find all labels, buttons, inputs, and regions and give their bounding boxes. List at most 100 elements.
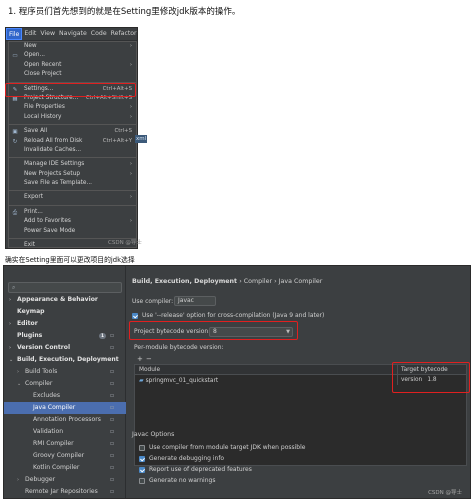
settings-tree: › Appearance & Behavior Keymap › Editor Plugi… <box>4 294 126 498</box>
release-option-checkbox[interactable] <box>132 312 138 319</box>
tree-item-label: Groovy Compiler <box>33 452 85 459</box>
menu-item-local-history[interactable]: Local History › <box>9 113 136 122</box>
menu-item-manage-ide-settings[interactable]: Manage IDE Settings › <box>9 160 136 169</box>
tree-item-label: Validation <box>33 428 64 435</box>
tree-item-build-tools[interactable]: › Build Tools ▫ <box>4 366 126 378</box>
xml-tab-fragment: xml <box>135 135 148 143</box>
tree-item-groovy-compiler[interactable]: Groovy Compiler ▫ <box>4 450 126 462</box>
javac-option-checkbox[interactable] <box>139 477 145 484</box>
javac-option-checkbox[interactable] <box>139 466 145 473</box>
menubar-item-code[interactable]: Code <box>89 28 109 40</box>
tree-item-label: Editor <box>17 320 38 327</box>
tree-item-version-control[interactable]: › Version Control ▫ <box>4 342 126 354</box>
file-menu-screenshot: FileEditViewNavigateCodeRefactorB New›▭O… <box>5 27 138 249</box>
file-menu-dropdown: New › ▭ Open... Open Recent › Close Project ✎ Se… <box>8 41 137 248</box>
menu-item-power-save-mode[interactable]: Power Save Mode <box>9 227 136 236</box>
menu-item-print[interactable]: ⎙ Print... <box>9 208 136 217</box>
menu-item-new-projects-setup[interactable]: New Projects Setup › <box>9 170 136 179</box>
menu-item-file-properties[interactable]: File Properties › <box>9 103 136 112</box>
chevron-right-icon[interactable]: › <box>9 318 11 330</box>
javac-option-row[interactable]: Use compiler from module target JDK when… <box>139 444 305 451</box>
settings-dialog-screenshot: ⌕ › Appearance & Behavior Keymap › Editor Plu… <box>3 265 471 499</box>
javac-option-row[interactable]: Generate debugging info <box>139 455 224 462</box>
use-compiler-select[interactable]: Javac <box>174 296 216 306</box>
tree-item-kotlin-compiler[interactable]: Kotlin Compiler ▫ <box>4 462 126 474</box>
menu-item-open[interactable]: ▭ Open... <box>9 51 136 60</box>
menubar-item-navigate[interactable]: Navigate <box>57 28 89 40</box>
use-compiler-label: Use compiler: <box>132 298 174 305</box>
menu-item-label: File Properties <box>24 104 65 111</box>
submenu-arrow-icon: › <box>129 43 132 49</box>
tree-item-excludes[interactable]: Excludes ▫ <box>4 390 126 402</box>
tree-item-validation[interactable]: Validation ▫ <box>4 426 126 438</box>
tree-item-keymap[interactable]: Keymap <box>4 306 126 318</box>
menu-separator <box>9 124 136 126</box>
menu-item-export[interactable]: Export › <box>9 193 136 202</box>
javac-option-row[interactable]: Report use of deprecated features <box>139 466 252 473</box>
chevron-down-icon[interactable]: ⌄ <box>9 354 13 366</box>
menu-item-save-all[interactable]: ▣ Save All Ctrl+S <box>9 127 136 136</box>
tree-item-label: Build, Execution, Deployment <box>17 356 119 363</box>
module-icon: ▰ <box>139 377 144 384</box>
column-header-module[interactable]: Module <box>139 367 160 373</box>
tree-item-appearance-behavior[interactable]: › Appearance & Behavior <box>4 294 126 306</box>
tree-item-java-compiler[interactable]: Java Compiler ▫ <box>4 402 126 414</box>
tree-item-compiler[interactable]: ⌄ Compiler ▫ <box>4 378 126 390</box>
menu-item-label: Reload All from Disk <box>24 137 83 144</box>
breadcrumb-separator: › <box>239 278 242 285</box>
release-option-label: Use '--release' option for cross-compila… <box>142 312 325 319</box>
chevron-right-icon[interactable]: › <box>17 366 19 378</box>
caption-middle: 确实在Setting里面可以更改项目的jdk选择 <box>5 256 135 264</box>
add-icon[interactable]: + <box>137 355 143 363</box>
project-scope-icon: ▫ <box>110 392 115 399</box>
settings-sidebar: ⌕ › Appearance & Behavior Keymap › Editor Plu… <box>4 266 126 498</box>
tree-item-plugins[interactable]: Plugins 1 ▫ <box>4 330 126 342</box>
javac-option-row[interactable]: Generate no warnings <box>139 477 215 484</box>
menubar-item-edit[interactable]: Edit <box>22 28 38 40</box>
chevron-down-icon[interactable]: ⌄ <box>17 378 21 390</box>
tree-item-debugger[interactable]: › Debugger ▫ <box>4 474 126 486</box>
javac-option-checkbox[interactable] <box>139 455 145 462</box>
menubar-item-file[interactable]: File <box>6 28 23 40</box>
menu-item-open-recent[interactable]: Open Recent › <box>9 61 136 70</box>
menu-item-invalidate-caches[interactable]: Invalidate Caches... <box>9 146 136 155</box>
menu-item-new[interactable]: New › <box>9 42 136 51</box>
menu-item-label: Manage IDE Settings <box>24 161 85 168</box>
tree-item-label: RMI Compiler <box>33 440 74 447</box>
submenu-arrow-icon: › <box>129 104 132 111</box>
tree-item-rmi-compiler[interactable]: RMI Compiler ▫ <box>4 438 126 450</box>
release-option-row[interactable]: Use '--release' option for cross-compila… <box>132 312 324 319</box>
menu-item-label: Local History <box>24 113 62 120</box>
submenu-arrow-icon: › <box>129 218 132 225</box>
tree-item-build-execution-deployment[interactable]: ⌄ Build, Execution, Deployment <box>4 354 126 366</box>
project-scope-icon: ▫ <box>110 428 115 435</box>
menu-item-add-to-favorites[interactable]: Add to Favorites › <box>9 217 136 226</box>
breadcrumb-main[interactable]: Build, Execution, Deployment <box>132 278 237 285</box>
settings-search-input[interactable]: ⌕ <box>8 282 122 293</box>
plugins-update-badge: 1 <box>99 333 106 339</box>
settings-content: Build, Execution, Deployment › Compiler … <box>127 266 470 498</box>
watermark: CSDN @导士 <box>108 240 142 246</box>
javac-option-label: Generate debugging info <box>149 455 225 462</box>
project-scope-icon: ▫ <box>110 368 115 375</box>
menubar-item-view[interactable]: View <box>38 28 57 40</box>
tree-item-annotation-processors[interactable]: Annotation Processors ▫ <box>4 414 126 426</box>
breadcrumb-separator: › <box>274 278 277 285</box>
menu-item-close-project[interactable]: Close Project <box>9 70 136 79</box>
javac-option-checkbox[interactable] <box>139 444 145 451</box>
tree-item-remote-jar-repositories[interactable]: Remote Jar Repositories ▫ <box>4 486 126 498</box>
menu-item-label: Close Project <box>24 71 62 78</box>
submenu-arrow-icon: › <box>129 113 132 120</box>
chevron-right-icon[interactable]: › <box>17 474 19 486</box>
tree-item-editor[interactable]: › Editor <box>4 318 126 330</box>
menu-item-reload-all-from-disk[interactable]: ↻ Reload All from Disk Ctrl+Alt+Y <box>9 137 136 146</box>
tree-item-label: Java Compiler <box>33 404 76 411</box>
chevron-right-icon[interactable]: › <box>9 294 11 306</box>
breadcrumb-sub[interactable]: Compiler <box>244 278 272 285</box>
menu-item-icon: ↻ <box>12 138 18 145</box>
menu-item-label: Print... <box>24 208 43 215</box>
remove-icon[interactable]: − <box>146 355 152 363</box>
chevron-right-icon[interactable]: › <box>9 342 11 354</box>
menubar-item-refactor[interactable]: Refactor <box>109 28 137 40</box>
menu-item-save-file-as-template[interactable]: Save File as Template... <box>9 179 136 188</box>
